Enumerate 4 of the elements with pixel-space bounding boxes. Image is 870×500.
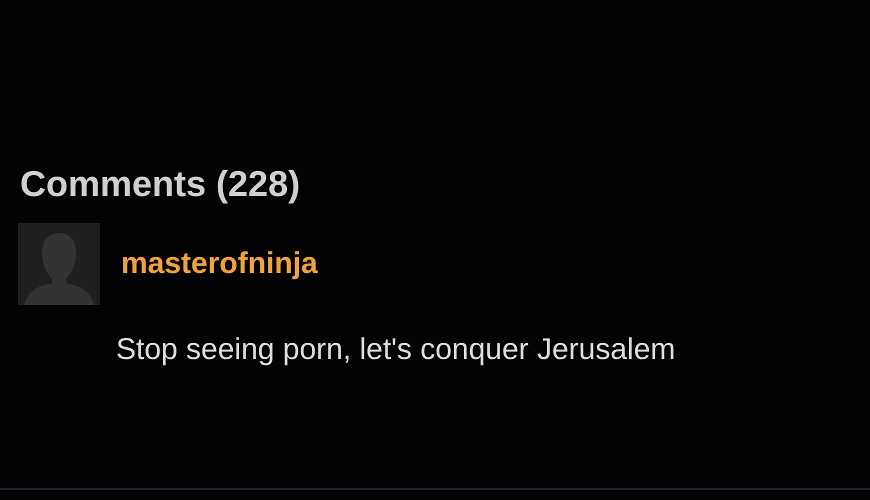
comment-text: Stop seeing porn, let's conquer Jerusalem [116,333,676,367]
username-link[interactable]: masterofninja [121,247,318,281]
avatar-icon [18,223,100,305]
comments-heading: Comments (228) [20,162,302,206]
